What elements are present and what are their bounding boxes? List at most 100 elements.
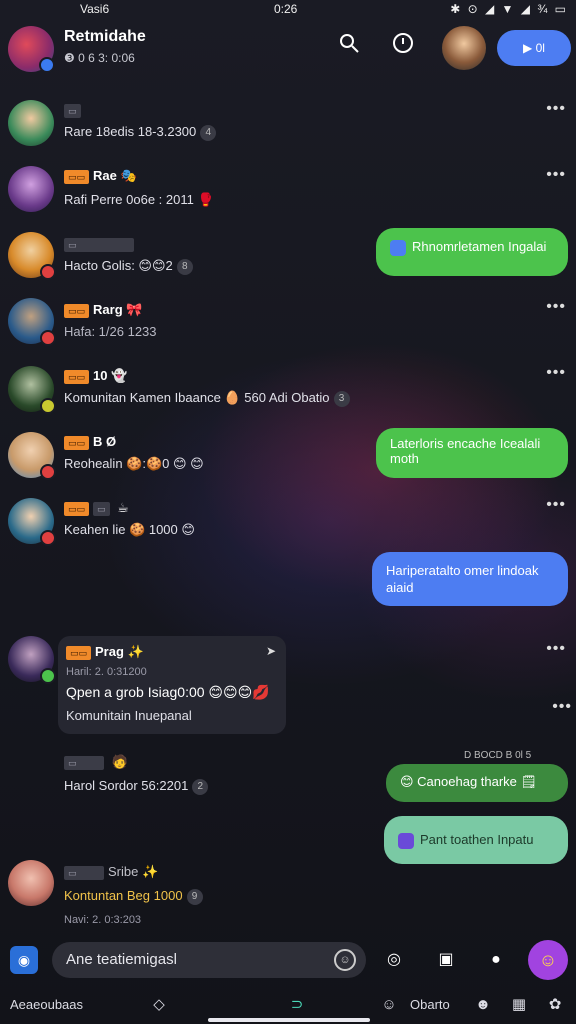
chat-name: ▭ <box>64 236 138 252</box>
location-icon[interactable]: ◎ <box>378 944 410 976</box>
avatar[interactable] <box>8 100 54 146</box>
status-dot <box>40 464 56 480</box>
message-bubble[interactable]: Hariperatalto omer lindoak aiaid <box>372 552 568 606</box>
user-avatar[interactable] <box>442 26 486 70</box>
status-icons: ✱ ⊙ ◢ ▼ ◢ ¾ ▭ <box>450 2 568 16</box>
card-sender: ▭▭ Prag ✨ <box>66 644 144 660</box>
timer-icon[interactable] <box>388 32 418 62</box>
more-icon[interactable]: ••• <box>546 166 566 184</box>
grid-icon[interactable]: ▦ <box>508 994 530 1016</box>
card-line-2: Komunitain Inuepanal <box>66 708 192 723</box>
chat-preview: Rare 18edis 18-3.2300 4 <box>64 124 217 141</box>
game-icon[interactable]: ✿ <box>544 994 566 1016</box>
chat-meta: Navi: 2. 0:3:203 <box>64 914 142 926</box>
voice-icon[interactable]: ● <box>480 944 512 976</box>
flag-icon: 🎀 <box>126 302 143 317</box>
message-bubble[interactable]: Rhnomrletamen Ingalai <box>376 228 568 276</box>
online-dot <box>39 57 55 73</box>
message-bubble[interactable]: Laterloris encache Icealali moth <box>376 428 568 478</box>
chat-preview: Hacto Golis: 😊😊2 8 <box>64 258 193 275</box>
avatar[interactable] <box>8 298 56 346</box>
status-time: 0:26 <box>274 2 298 16</box>
chat-preview: Komunitan Kamen Ibaance 🥚 560 Adi Obatio… <box>64 390 350 407</box>
composer: ◉ Ane teatiemigasl ☺ ◎ ▣ ● ☺ <box>0 936 576 988</box>
unread-badge: 3 <box>333 390 350 407</box>
group-subtitle: ❸ 0 6 3: 0:06 <box>64 51 135 65</box>
avatar[interactable] <box>8 166 54 212</box>
unread-badge: 4 <box>200 124 217 141</box>
message-input[interactable]: Ane teatiemigasl ☺ <box>52 942 366 978</box>
app-icon <box>398 832 414 849</box>
sticker-icon[interactable]: ☺ <box>528 940 568 980</box>
gallery-icon[interactable]: ▣ <box>430 944 462 976</box>
card-line-1: Qpen a grob Isiag0:00 😊😊😊💋 <box>66 684 270 700</box>
star-icon: ✨ <box>127 644 144 659</box>
chat-name: ▭▭ ▭ ☕ <box>64 500 129 516</box>
more-icon[interactable]: ••• <box>546 100 566 118</box>
profile-icon[interactable]: ☺ <box>378 994 400 1016</box>
card-meta: Haril: 2. 0:31200 <box>66 666 147 678</box>
chat-name: ▭▭ 10 👻 <box>64 368 127 384</box>
status-dot <box>40 530 56 546</box>
nav-label-right[interactable]: Obarto <box>410 997 450 1012</box>
status-dot <box>40 330 56 346</box>
home-indicator[interactable] <box>208 1018 370 1022</box>
avatar[interactable] <box>8 432 56 480</box>
input-placeholder: Ane teatiemigasl <box>66 951 177 968</box>
reaction-icon: 🥊 <box>197 192 214 207</box>
chat-preview: Harol Sordor 56:2201 2 <box>64 778 209 795</box>
reaction-strip: D BOCD B 0l 5 <box>464 750 532 761</box>
app-icon <box>390 239 406 256</box>
chat-preview: Keahen lie 🍪 1000 😊 <box>64 522 195 537</box>
more-icon[interactable]: ••• <box>546 640 566 658</box>
diamond-icon[interactable]: ◇ <box>148 994 170 1016</box>
unread-badge: 2 <box>192 778 209 795</box>
message-bubble[interactable]: Pant toathen Inpatu <box>384 816 568 864</box>
status-dot <box>40 264 56 280</box>
chat-name: ▭▭ B Ø <box>64 434 116 450</box>
chat-preview: Rafi Perre 0o6e : 2011 🥊 <box>64 192 214 207</box>
avatar[interactable] <box>8 498 56 546</box>
emoji-icon[interactable]: ☺ <box>334 949 356 971</box>
chat-preview: Reohealin 🍪:🍪0 😊 😊 <box>64 456 204 471</box>
video-call-button[interactable]: ▶ 0l <box>497 30 571 66</box>
shared-message-card[interactable]: ▭▭ Prag ✨ Haril: 2. 0:31200 Qpen a grob I… <box>58 636 286 734</box>
avatar[interactable] <box>8 232 56 280</box>
chat-name: ▭ <box>64 102 85 118</box>
more-icon[interactable]: ••• <box>552 698 572 716</box>
chat-name: ▭▭ Rae 🎭 <box>64 168 137 184</box>
chat-name: ▭▭ Rarg 🎀 <box>64 302 142 318</box>
flag-icon: 🎭 <box>120 168 137 183</box>
chat-preview: Kontuntan Beg 1000 9 <box>64 888 203 905</box>
carrier-label: Vasi6 <box>80 2 110 16</box>
more-icon[interactable]: ••• <box>546 496 566 514</box>
more-icon[interactable]: ••• <box>546 298 566 316</box>
status-dot <box>40 398 56 414</box>
cup-icon: ☕ <box>117 500 129 515</box>
emoji-icon: 😊 <box>400 774 418 789</box>
share-icon[interactable]: ➤ <box>266 644 276 658</box>
camera-icon[interactable]: ◉ <box>10 946 38 974</box>
nav-label-left[interactable]: Aeaeoubaas <box>10 997 83 1012</box>
chat-name: ▭ 🧑 <box>64 754 128 770</box>
message-bubble[interactable]: 😊 Canoehag tharke 🗒 <box>386 764 568 802</box>
chat-preview: Hafa: 1/26 1233 <box>64 324 157 339</box>
avatar[interactable] <box>8 860 54 906</box>
avatar[interactable] <box>8 636 56 684</box>
chat-header: Retmidahe ❸ 0 6 3: 0:06 ▶ 0l <box>0 18 576 80</box>
unread-badge: 8 <box>176 258 193 275</box>
sparkle-icon: ✨ <box>141 864 159 879</box>
online-dot <box>40 668 56 684</box>
face-icon[interactable]: ☻ <box>472 994 494 1016</box>
search-icon[interactable] <box>334 32 364 62</box>
more-icon[interactable]: ••• <box>546 364 566 382</box>
group-title[interactable]: Retmidahe <box>64 28 146 46</box>
home-icon[interactable]: ⊃ <box>286 994 308 1016</box>
group-avatar[interactable] <box>8 26 55 73</box>
avatar-small: 🧑 <box>111 754 128 769</box>
status-bar: Vasi6 0:26 ✱ ⊙ ◢ ▼ ◢ ¾ ▭ <box>0 0 576 18</box>
bottom-navbar: Aeaeoubaas ◇ ⊃ ☺ Obarto ☻ ▦ ✿ <box>0 990 576 1024</box>
unread-badge: 9 <box>186 888 203 905</box>
chat-name: ▭ Sribe ✨ <box>64 864 158 880</box>
avatar[interactable] <box>8 366 56 414</box>
